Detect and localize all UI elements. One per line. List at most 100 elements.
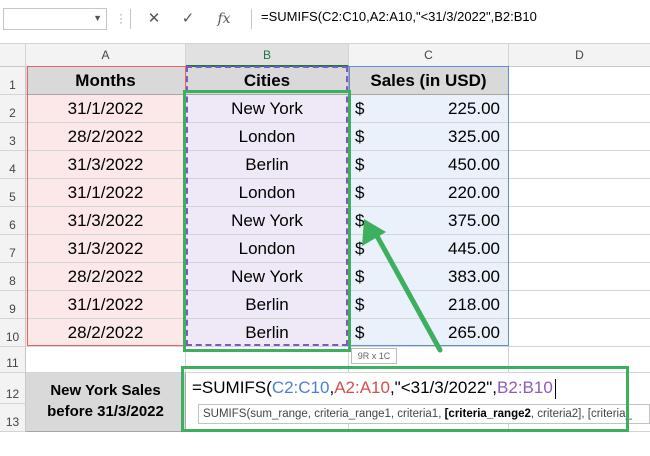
row-header-5[interactable]: 5 [0, 179, 26, 207]
cell-city[interactable]: New York [186, 95, 349, 123]
sales-amount: 375.00 [448, 211, 500, 230]
column-header-a[interactable]: A [26, 44, 186, 67]
city-value: New York [231, 211, 303, 230]
header-months[interactable]: Months [26, 67, 186, 95]
currency-symbol: $ [355, 323, 365, 342]
cell-d[interactable] [509, 207, 650, 235]
cell-city[interactable]: London [186, 123, 349, 151]
cell-sales[interactable]: $218.00 [349, 291, 509, 319]
insert-function-icon[interactable]: fx [212, 8, 236, 30]
cell-month[interactable]: 28/2/2022 [26, 319, 186, 347]
city-value: Berlin [245, 295, 289, 314]
cancel-icon[interactable]: ✕ [142, 8, 166, 30]
month-value: 31/3/2022 [67, 211, 144, 230]
month-value: 31/3/2022 [67, 239, 144, 258]
sales-amount: 218.00 [448, 295, 500, 314]
cell-city[interactable]: Berlin [186, 291, 349, 319]
cell-d[interactable] [509, 263, 650, 291]
row-header-7[interactable]: 7 [0, 235, 26, 263]
column-header-c[interactable]: C [349, 44, 509, 67]
sales-amount: 325.00 [448, 127, 500, 146]
divider [130, 9, 131, 29]
formula-bar: ▼ · · · ✕ ✓ fx =SUMIFS(C2:C10,A2:A10,"<31/… [0, 0, 650, 44]
cell-d[interactable] [509, 291, 650, 319]
formula-input[interactable]: =SUMIFS(C2:C10,A2:A10,"<31/3/2022",B2:B1… [261, 9, 537, 24]
row-header-13[interactable]: 13 [0, 404, 26, 432]
text-caret [554, 378, 556, 399]
cell-month[interactable]: 31/1/2022 [26, 95, 186, 123]
month-value: 28/2/2022 [67, 127, 144, 146]
select-all-corner[interactable] [0, 44, 26, 67]
column-header-d[interactable]: D [509, 44, 650, 67]
cell-d[interactable] [509, 123, 650, 151]
cell-b11[interactable] [186, 347, 349, 373]
cell-city[interactable]: Berlin [186, 151, 349, 179]
row-header-9[interactable]: 9 [0, 291, 26, 319]
cell-month[interactable]: 31/1/2022 [26, 179, 186, 207]
cell-d[interactable] [509, 319, 650, 347]
row-header-2[interactable]: 2 [0, 95, 26, 123]
row-header-11[interactable]: 11 [0, 347, 26, 373]
cell-a11[interactable] [26, 347, 186, 373]
cell-sales[interactable]: $383.00 [349, 263, 509, 291]
month-value: 31/1/2022 [67, 183, 144, 202]
row-header-8[interactable]: 8 [0, 263, 26, 291]
row-header-10[interactable]: 10 [0, 319, 26, 347]
city-value: Berlin [245, 155, 289, 174]
sales-amount: 445.00 [448, 239, 500, 258]
city-value: London [238, 183, 296, 202]
row-header-3[interactable]: 3 [0, 123, 26, 151]
cell-d[interactable] [509, 95, 650, 123]
city-value: London [238, 127, 296, 146]
currency-symbol: $ [355, 267, 365, 286]
sales-amount: 450.00 [448, 155, 500, 174]
cell-sales[interactable]: $225.00 [349, 95, 509, 123]
cell-d1[interactable] [509, 67, 650, 95]
cell-sales[interactable]: $265.00 [349, 319, 509, 347]
cell-sales[interactable]: $220.00 [349, 179, 509, 207]
column-header-b[interactable]: B [186, 44, 349, 67]
month-value: 31/1/2022 [67, 99, 144, 118]
name-box[interactable]: ▼ [3, 8, 107, 30]
city-value: New York [231, 99, 303, 118]
cell-month[interactable]: 31/3/2022 [26, 235, 186, 263]
header-sales[interactable]: Sales (in USD) [349, 67, 509, 95]
cell-sales[interactable]: $450.00 [349, 151, 509, 179]
cell-sales[interactable]: $375.00 [349, 207, 509, 235]
cell-d[interactable] [509, 151, 650, 179]
cell-d11[interactable] [509, 347, 650, 373]
currency-symbol: $ [355, 183, 365, 202]
cell-city[interactable]: New York [186, 207, 349, 235]
month-value: 28/2/2022 [67, 323, 144, 342]
cell-sales[interactable]: $325.00 [349, 123, 509, 151]
formula-part-criteria-range2: B2:B10 [497, 378, 553, 397]
cell-d[interactable] [509, 179, 650, 207]
cell-city[interactable]: New York [186, 263, 349, 291]
cell-sales[interactable]: $445.00 [349, 235, 509, 263]
currency-symbol: $ [355, 155, 365, 174]
formula-edit-cell[interactable]: =SUMIFS(C2:C10,A2:A10,"<31/3/2022",B2:B1… [186, 374, 606, 402]
label-new-york-sales[interactable]: New York Sales before 31/3/2022 [26, 373, 186, 432]
function-tooltip: SUMIFS(sum_range, criteria_range1, crite… [198, 404, 650, 424]
row-header-1[interactable]: 1 [0, 67, 26, 95]
cell-d[interactable] [509, 235, 650, 263]
cell-month[interactable]: 31/3/2022 [26, 207, 186, 235]
enter-icon[interactable]: ✓ [176, 8, 200, 30]
row-header-6[interactable]: 6 [0, 207, 26, 235]
cell-month[interactable]: 28/2/2022 [26, 123, 186, 151]
drag-handle-icon[interactable]: · · · [119, 8, 123, 28]
cell-city[interactable]: Berlin [186, 319, 349, 347]
cell-month[interactable]: 28/2/2022 [26, 263, 186, 291]
label-line2: before 31/3/2022 [47, 403, 164, 420]
row-header-4[interactable]: 4 [0, 151, 26, 179]
row-header-12[interactable]: 12 [0, 373, 26, 404]
cell-city[interactable]: London [186, 179, 349, 207]
cell-city[interactable]: London [186, 235, 349, 263]
cell-month[interactable]: 31/1/2022 [26, 291, 186, 319]
cell-month[interactable]: 31/3/2022 [26, 151, 186, 179]
sales-amount: 265.00 [448, 323, 500, 342]
chevron-down-icon[interactable]: ▼ [93, 13, 102, 23]
month-value: 31/3/2022 [67, 155, 144, 174]
currency-symbol: $ [355, 99, 365, 118]
header-cities[interactable]: Cities [186, 67, 349, 95]
